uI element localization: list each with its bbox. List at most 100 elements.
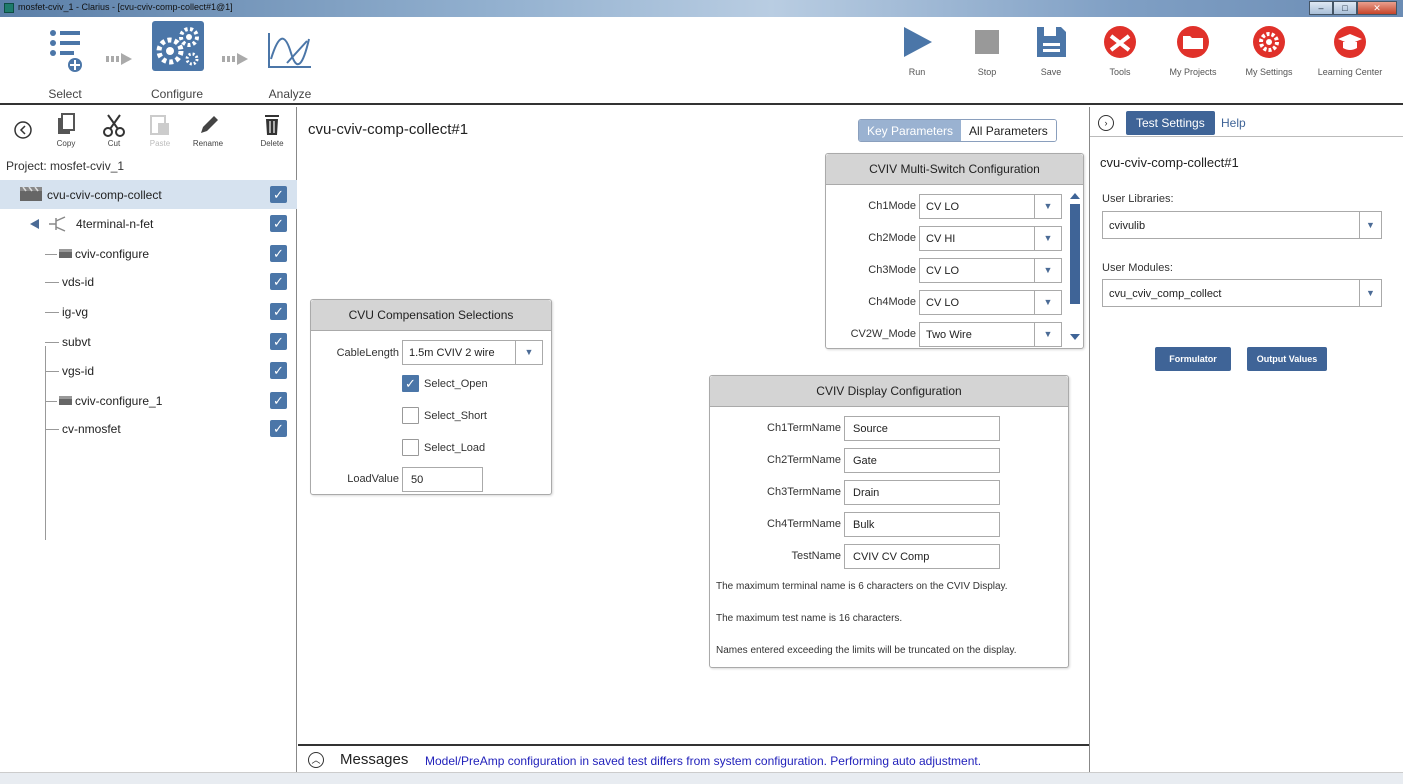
save-button[interactable]: Save [1034,25,1068,77]
workflow-step-analyze[interactable]: Analyze [258,21,318,101]
pencil-icon [201,116,218,133]
my-projects-button[interactable]: My Projects [1162,25,1224,77]
tree-item-checkbox[interactable]: ✓ [270,420,287,437]
configure-gears-icon [152,21,204,71]
tree-connector [45,312,59,313]
tree-item-checkbox[interactable]: ✓ [270,273,287,290]
transistor-icon [49,216,66,232]
tree-item-checkbox[interactable]: ✓ [270,245,287,262]
select-open-checkbox[interactable]: ✓ [402,375,419,392]
user-modules-value: cvu_cviv_comp_collect [1109,288,1222,300]
delete-button[interactable]: Delete [256,113,288,148]
tree-connector [45,401,57,402]
chevron-down-icon: ▼ [1359,280,1381,306]
clapperboard-icon [59,249,72,258]
ch1mode-dropdown[interactable]: CV LO ▼ [919,194,1062,219]
chevron-down-icon: ▼ [1034,259,1061,282]
app-icon [4,3,14,13]
paste-button[interactable]: Paste [146,113,174,148]
workflow-step-configure[interactable]: Configure [149,21,209,101]
ch1-term-name-input[interactable]: Source [844,416,1000,441]
tree-item-checkbox[interactable]: ✓ [270,392,287,409]
tree-item-test[interactable]: cv-nmosfet ✓ [0,414,297,443]
cut-label: Cut [107,139,121,148]
workflow-arrow-icon [222,53,248,65]
tree-item-test[interactable]: subvt ✓ [0,327,297,356]
rename-button[interactable]: Rename [188,113,228,148]
tree-item-device[interactable]: 4terminal-n-fet ✓ [0,209,297,238]
collapse-arrow-icon[interactable] [30,219,39,229]
tree-item-test[interactable]: ig-vg ✓ [0,297,297,326]
workflow-step-select[interactable]: Select [35,21,95,101]
ch4mode-dropdown[interactable]: CV LO ▼ [919,290,1062,315]
tree-connector [45,342,59,343]
tab-help[interactable]: Help [1221,116,1246,130]
window-title-bar: mosfet-cviv_1 - Clarius - [cvu-cviv-comp… [0,0,1403,17]
tree-item-label: cv-nmosfet [62,422,121,436]
tree-connector [45,254,57,255]
workflow-step-label: Analyze [268,87,312,101]
stop-button[interactable]: Stop [973,25,1001,77]
tree-item-test[interactable]: vds-id ✓ [0,267,297,296]
select-short-checkbox[interactable] [402,407,419,424]
settings-gear-icon [1253,26,1285,58]
cable-length-label: CableLength [336,347,399,359]
my-settings-button[interactable]: My Settings [1238,25,1300,77]
copy-label: Copy [56,139,76,148]
tree-item-checkbox[interactable]: ✓ [270,215,287,232]
multi-switch-panel: CVIV Multi-Switch Configuration Ch1Mode … [825,153,1084,349]
paste-icon [150,115,169,135]
tab-test-settings[interactable]: Test Settings [1126,111,1215,135]
user-modules-label: User Modules: [1102,262,1173,274]
tab-key-parameters[interactable]: Key Parameters [859,120,962,141]
tree-connector [45,429,59,430]
display-config-panel: CVIV Display Configuration Ch1TermName S… [709,375,1069,668]
tree-item-test[interactable]: vgs-id ✓ [0,356,297,385]
ch3-term-name-input[interactable]: Drain [844,480,1000,505]
close-button[interactable]: ✕ [1357,1,1397,15]
load-value-input[interactable]: 50 [402,467,483,492]
maximize-button[interactable]: □ [1333,1,1357,15]
tree-item-test[interactable]: cvu-cviv-comp-collect ✓ [0,180,297,209]
test-name-input[interactable]: CVIV CV Comp [844,544,1000,569]
expand-messages-icon[interactable]: ︿ [308,752,324,768]
terminal-name-note: The maximum terminal name is 6 character… [716,581,1008,592]
tree-item-checkbox[interactable]: ✓ [270,333,287,350]
user-modules-dropdown[interactable]: cvu_cviv_comp_collect ▼ [1102,279,1382,307]
ch3mode-dropdown[interactable]: CV LO ▼ [919,258,1062,283]
multi-switch-scrollbar[interactable] [1069,190,1081,346]
messages-bar: ︿ Messages Model/PreAmp configuration in… [298,744,1089,772]
tree-item-checkbox[interactable]: ✓ [270,303,287,320]
cable-length-dropdown[interactable]: 1.5m CVIV 2 wire ▼ [402,340,543,365]
tree-item-checkbox[interactable]: ✓ [270,362,287,379]
collapse-right-panel-icon[interactable]: › [1098,115,1114,131]
minimize-button[interactable]: – [1309,1,1333,15]
tools-button[interactable]: Tools [1100,25,1140,77]
tools-icon [1104,26,1136,58]
tree-item-test[interactable]: cviv-configure_1 ✓ [0,386,297,415]
tree-item-label: subvt [62,335,91,349]
tree-item-checkbox[interactable]: ✓ [270,186,287,203]
clapperboard-icon [59,396,72,405]
formulator-button[interactable]: Formulator [1155,347,1231,371]
tab-all-parameters[interactable]: All Parameters [961,120,1056,141]
cut-button[interactable]: Cut [102,113,126,148]
ch2mode-label: Ch2Mode [868,232,916,244]
tree-item-test[interactable]: cviv-configure ✓ [0,239,297,268]
user-libraries-dropdown[interactable]: cvivulib ▼ [1102,211,1382,239]
scissors-icon [103,114,125,137]
select-load-checkbox[interactable] [402,439,419,456]
ch2mode-dropdown[interactable]: CV HI ▼ [919,226,1062,251]
learning-center-button[interactable]: Learning Center [1313,25,1387,77]
collapse-panel-icon[interactable] [14,121,32,139]
copy-button[interactable]: Copy [52,113,80,148]
output-values-button[interactable]: Output Values [1247,347,1327,371]
copy-icon [58,113,75,134]
ch2-term-name-input[interactable]: Gate [844,448,1000,473]
ch4-term-name-input[interactable]: Bulk [844,512,1000,537]
run-button[interactable]: Run [902,25,932,77]
test-configuration-area: cvu-cviv-comp-collect#1 Key Parameters A… [298,107,1089,744]
cv2w-mode-dropdown[interactable]: Two Wire ▼ [919,322,1062,347]
test-settings-panel: › Test Settings Help cvu-cviv-comp-colle… [1089,107,1403,772]
ch4-term-name-value: Bulk [853,519,875,531]
